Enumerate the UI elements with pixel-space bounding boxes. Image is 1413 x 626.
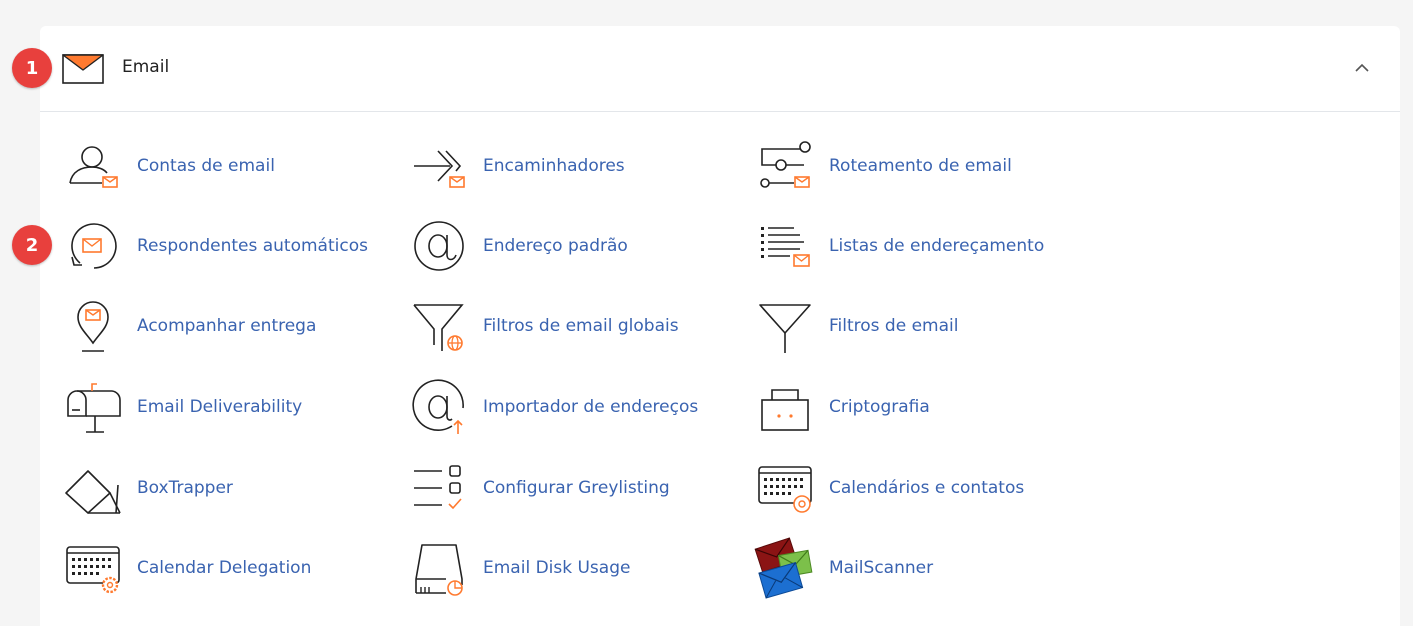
tool-label: Configurar Greylisting [483,478,670,498]
tool-address-importer[interactable]: Importador de endereços [408,376,738,438]
track-delivery-icon [77,301,109,352]
tool-email-disk-usage[interactable]: Email Disk Usage [408,537,738,599]
tool-global-filters[interactable]: Filtros de email globais [408,295,738,357]
email-section-header[interactable]: Email [40,26,1400,112]
tool-label: Roteamento de email [829,156,1012,176]
section-title: Email [122,57,170,77]
tool-label: Endereço padrão [483,236,628,256]
tool-email-filters[interactable]: Filtros de email [754,295,1084,357]
tool-label: Calendar Delegation [137,558,312,578]
forwarders-icon [414,150,465,188]
tool-label: Importador de endereços [483,397,699,417]
tool-label: MailScanner [829,558,934,578]
tool-label: Acompanhar entrega [137,316,317,336]
tool-label: Filtros de email [829,316,959,336]
mailbox-icon [67,383,121,433]
boxtrapper-icon [65,470,121,514]
global-filters-icon [413,304,464,351]
tool-autoresponders[interactable]: Respondentes automáticos [62,215,392,277]
mailscanner-icon [754,537,813,599]
disk-usage-icon [415,544,463,596]
tool-track-delivery[interactable]: Acompanhar entrega [62,295,392,357]
address-importer-icon [412,379,464,434]
encryption-icon [761,389,809,431]
default-address-icon [414,221,464,271]
tool-label: Listas de endereçamento [829,236,1045,256]
email-filters-icon [759,304,811,353]
email-accounts-icon [69,146,118,188]
envelope-icon [62,54,104,84]
tool-calendar-delegation[interactable]: Calendar Delegation [62,537,392,599]
email-routing-icon [760,141,811,188]
tool-email-accounts[interactable]: Contas de email [62,135,392,197]
step-badge-2: 2 [12,225,52,265]
tool-label: Calendários e contatos [829,478,1025,498]
tool-label: Encaminhadores [483,156,625,176]
tool-encryption[interactable]: Criptografia [754,376,1084,438]
tool-email-deliverability[interactable]: Email Deliverability [62,376,392,438]
tool-label: BoxTrapper [137,478,233,498]
mailing-lists-icon [761,227,810,267]
calendar-delegation-icon [66,546,120,594]
tool-default-address[interactable]: Endereço padrão [408,215,738,277]
collapse-button[interactable] [1350,56,1374,80]
tool-boxtrapper[interactable]: BoxTrapper [62,457,392,519]
chevron-up-icon [1355,63,1369,72]
tool-label: Respondentes automáticos [137,236,368,256]
tool-mailing-lists[interactable]: Listas de endereçamento [754,215,1084,277]
tool-label: Criptografia [829,397,930,417]
tool-label: Contas de email [137,156,275,176]
tool-label: Filtros de email globais [483,316,679,336]
tool-forwarders[interactable]: Encaminhadores [408,135,738,197]
tool-email-routing[interactable]: Roteamento de email [754,135,1084,197]
calendars-contacts-icon [758,466,812,513]
tool-greylisting[interactable]: Configurar Greylisting [408,457,738,519]
step-badge-1: 1 [12,48,52,88]
greylisting-icon [414,465,462,510]
tool-calendars-contacts[interactable]: Calendários e contatos [754,457,1084,519]
tool-label: Email Disk Usage [483,558,631,578]
tool-mailscanner[interactable]: MailScanner [754,537,1084,599]
autoresponders-icon [71,223,117,269]
tool-label: Email Deliverability [137,397,303,417]
